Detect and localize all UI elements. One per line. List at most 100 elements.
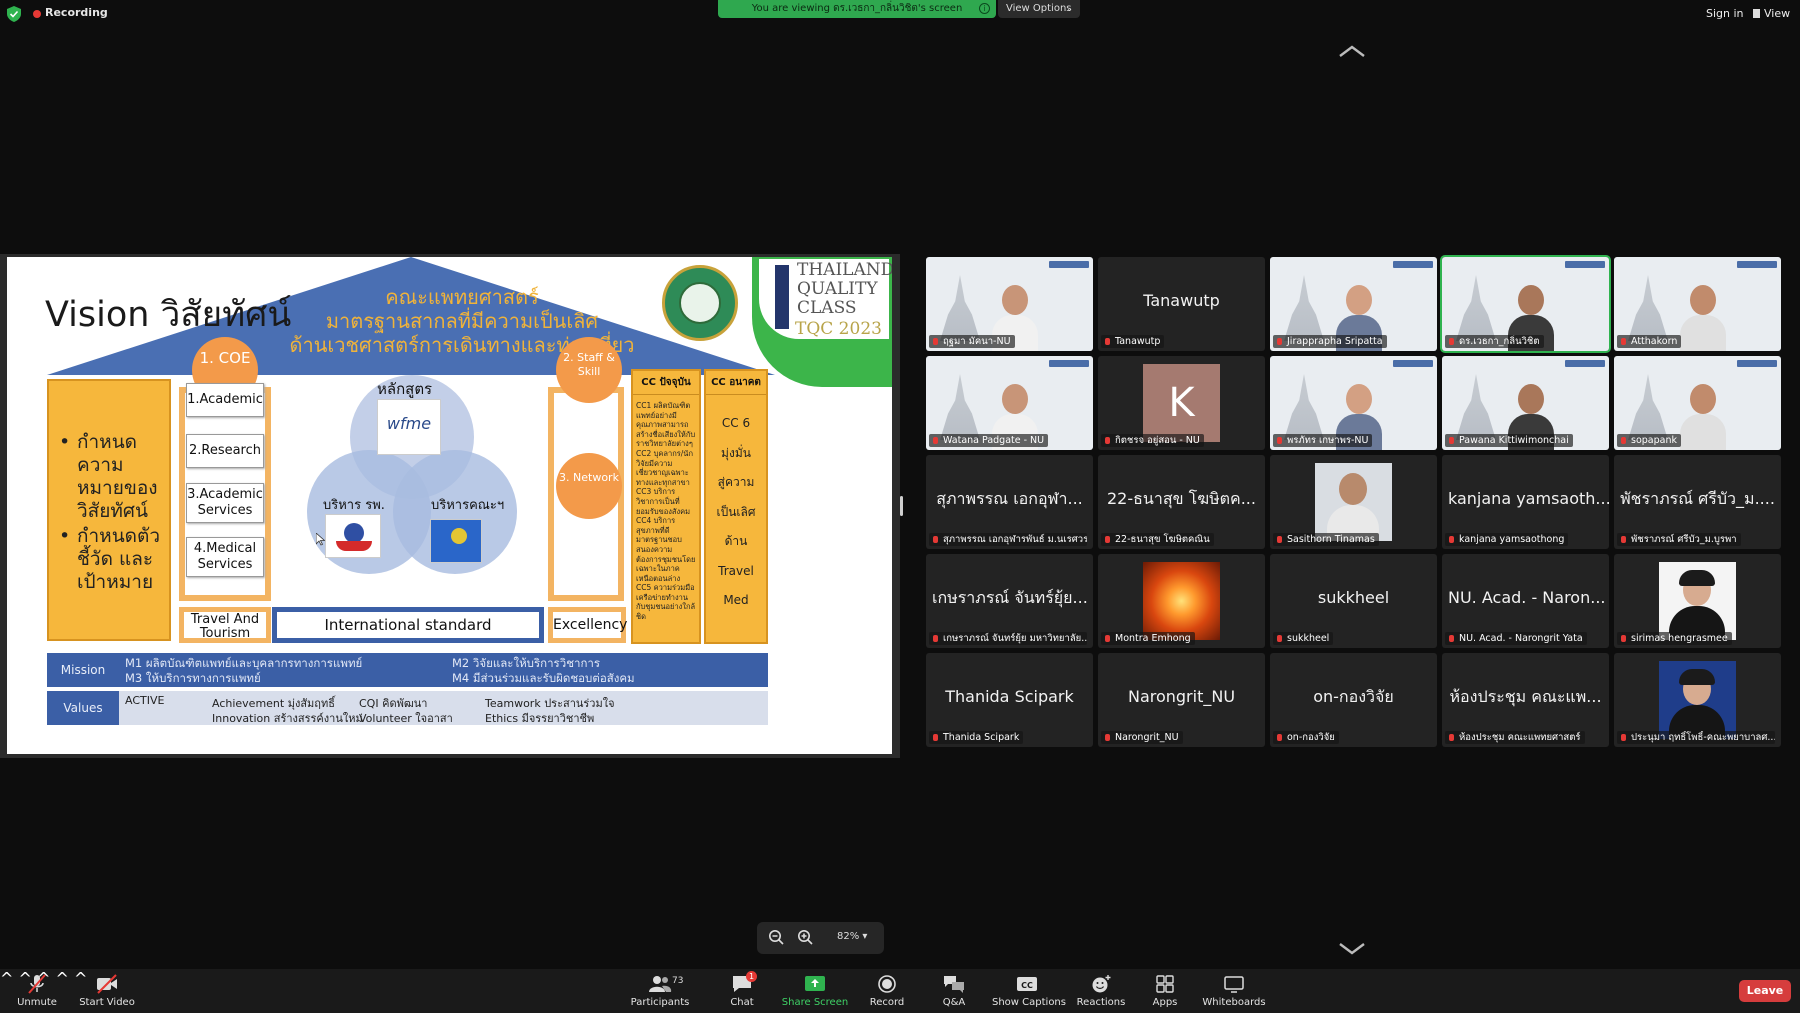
apps-button[interactable]: Apps bbox=[1130, 973, 1200, 1011]
participant-name: ประนุมา ฤทธิ์โพธิ์-คณะพยาบาลศ... bbox=[1631, 732, 1775, 743]
coe-item-research: 2.Research bbox=[186, 434, 264, 468]
recording-dot-icon bbox=[33, 10, 41, 18]
participant-name-label: Narongrit_NU bbox=[1101, 731, 1183, 744]
zoom-percent-value: 82% bbox=[837, 931, 860, 942]
participant-tile[interactable]: พัชราภรณ์ ศรีบัว_ม.... พัชราภรณ์ ศรีบัว_ม… bbox=[1614, 455, 1781, 549]
participant-tile[interactable]: พรภัทร เกษาพร-NU bbox=[1270, 356, 1437, 450]
participant-tile[interactable]: Montra Emhong bbox=[1098, 554, 1265, 648]
share-screen-button[interactable]: Share Screen bbox=[780, 973, 850, 1011]
view-options-button[interactable]: View Options ⌄ bbox=[998, 0, 1080, 18]
leave-button[interactable]: Leave bbox=[1739, 980, 1791, 1002]
participant-tile[interactable]: สุภาพรรณ เอกอุฬา... สุภาพรรณ เอกอุฬารพันธ… bbox=[926, 455, 1093, 549]
record-button[interactable]: Record bbox=[852, 973, 922, 1011]
left-bullet-1: กำหนดความหมายของวิสัยทัศน์ bbox=[59, 431, 169, 523]
avatar bbox=[1143, 562, 1220, 640]
participant-tile[interactable]: Pawana Kittiwimonchai bbox=[1442, 356, 1609, 450]
participant-name: NU. Acad. - Narongrit Yata bbox=[1459, 633, 1583, 644]
participant-name: ฤฐมา มัคนา-NU bbox=[943, 336, 1011, 347]
participant-tile[interactable]: Sasithorn Tinamas bbox=[1270, 455, 1437, 549]
whiteboards-button[interactable]: Whiteboards bbox=[1199, 973, 1269, 1011]
zoom-percent-dropdown[interactable]: 82% ▾ bbox=[837, 931, 867, 942]
university-logo bbox=[662, 265, 738, 341]
venn-label-curriculum: หลักสูตร bbox=[377, 380, 433, 398]
participant-name: Thanida Scipark bbox=[943, 732, 1020, 743]
participant-name: เกษราภรณ์ จันทร์ยุ้ย มหาวิทยาลัย... bbox=[943, 633, 1087, 644]
participant-tile[interactable]: Tanawutp Tanawutp bbox=[1098, 257, 1265, 351]
unmute-button[interactable]: Unmute bbox=[2, 973, 72, 1011]
info-icon[interactable]: i bbox=[979, 3, 990, 14]
participant-name-label: NU. Acad. - Narongrit Yata bbox=[1445, 632, 1587, 645]
participants-count: 73 bbox=[672, 976, 684, 986]
start-video-label: Start Video bbox=[79, 997, 135, 1008]
cc-future-head: CC อนาคต bbox=[706, 371, 766, 395]
participant-name-label: Tanawutp bbox=[1101, 335, 1165, 348]
participant-tile[interactable]: Watana Padgate - NU bbox=[926, 356, 1093, 450]
participant-tile[interactable]: on-กองวิจัย on-กองวิจัย bbox=[1270, 653, 1437, 747]
participant-tile[interactable]: Jirapprapha Sripatta bbox=[1270, 257, 1437, 351]
participant-tile[interactable]: NU. Acad. - Naron... NU. Acad. - Narongri… bbox=[1442, 554, 1609, 648]
security-shield-icon[interactable] bbox=[7, 6, 21, 22]
cc-current-pillar: CC ปัจจุบัน CC1 ผลิตบัณฑิตแพทย์อย่างมีคุ… bbox=[631, 369, 701, 644]
participant-name: Montra Emhong bbox=[1115, 633, 1191, 644]
participant-name: Pawana Kittiwimonchai bbox=[1459, 435, 1569, 446]
zoom-out-icon[interactable] bbox=[768, 929, 784, 945]
grid-view-icon bbox=[1753, 9, 1760, 18]
participant-tile[interactable]: Atthakorn bbox=[1614, 257, 1781, 351]
participant-tile[interactable]: Thanida Scipark Thanida Scipark bbox=[926, 653, 1093, 747]
reactions-button[interactable]: Reactions bbox=[1066, 973, 1136, 1011]
participant-tile[interactable]: K กิตชรจ อยู่สอน - NU bbox=[1098, 356, 1265, 450]
participant-tile[interactable]: kanjana yamsaoth... kanjana yamsaothong bbox=[1442, 455, 1609, 549]
participant-name: พรภัทร เกษาพร-NU bbox=[1287, 435, 1369, 446]
participant-tile[interactable]: sukkheel sukkheel bbox=[1270, 554, 1437, 648]
participant-name: Tanawutp bbox=[1115, 336, 1161, 347]
pane-resize-handle[interactable] bbox=[900, 496, 903, 516]
cc-future-line: CC 6 bbox=[721, 416, 751, 430]
participant-name-label: Watana Padgate - NU bbox=[929, 434, 1049, 447]
participant-name-label: กิตชรจ อยู่สอน - NU bbox=[1101, 434, 1204, 447]
mission-m4: M4 มีส่วนร่วมและรับผิดชอบต่อสังคม bbox=[452, 671, 635, 685]
participant-name: ห้องประชุม คณะแพทยศาสตร์ bbox=[1459, 732, 1581, 743]
avatar bbox=[1659, 661, 1736, 739]
participant-tile[interactable]: ประนุมา ฤทธิ์โพธิ์-คณะพยาบาลศ... bbox=[1614, 653, 1781, 747]
zoom-in-icon[interactable] bbox=[797, 929, 813, 945]
participant-tile[interactable]: ฤฐมา มัคนา-NU bbox=[926, 257, 1093, 351]
excellency-box: Excellency bbox=[548, 607, 627, 643]
start-video-button[interactable]: Start Video bbox=[72, 973, 142, 1011]
view-button[interactable]: View bbox=[1753, 7, 1790, 20]
participant-tile[interactable]: ดร.เวธกา_กลิ่นวิชิต bbox=[1440, 255, 1611, 353]
qa-button[interactable]: Q&A bbox=[919, 973, 989, 1011]
recording-label[interactable]: Recording bbox=[45, 6, 108, 19]
participant-tile[interactable]: sopapank bbox=[1614, 356, 1781, 450]
venn-label-hospital: บริหาร รพ. bbox=[323, 498, 385, 513]
microphone-muted-icon bbox=[28, 974, 46, 994]
sign-in-link[interactable]: Sign in bbox=[1706, 7, 1744, 20]
participant-name-label: sukkheel bbox=[1273, 632, 1334, 645]
page-up-chevron-icon[interactable] bbox=[1338, 44, 1366, 58]
participant-name: Sasithorn Tinamas bbox=[1287, 534, 1375, 545]
participant-tile[interactable]: เกษราภรณ์ จันทร์ยุ้ย... เกษราภรณ์ จันทร์ย… bbox=[926, 554, 1093, 648]
page-down-chevron-icon[interactable] bbox=[1338, 942, 1366, 956]
cc-future-line: สู่ความ bbox=[717, 475, 755, 489]
show-captions-button[interactable]: CC Show Captions bbox=[992, 973, 1066, 1011]
meeting-toolbar: Unmute ^ Start Video ^ 73 Participants ^… bbox=[0, 969, 1800, 1013]
values-innovation: Innovation สร้างสรรค์งานใหม่ bbox=[212, 712, 363, 725]
participant-name-label: เกษราภรณ์ จันทร์ยุ้ย มหาวิทยาลัย... bbox=[929, 632, 1087, 645]
participant-tile[interactable]: Narongrit_NU Narongrit_NU bbox=[1098, 653, 1265, 747]
participants-icon bbox=[649, 976, 672, 992]
tqc-line-2: QUALITY bbox=[797, 279, 878, 299]
participants-label: Participants bbox=[630, 997, 690, 1008]
coe-item-medical-services: 4.Medical Services bbox=[186, 537, 264, 577]
cc-future-pillar: CC อนาคต CC 6 มุ่งมั่น สู่ความ เป็นเลิศ … bbox=[704, 369, 768, 644]
chat-button[interactable]: 1 Chat bbox=[707, 971, 777, 1011]
participant-name-label: sopapank bbox=[1617, 434, 1681, 447]
participant-tile[interactable]: ห้องประชุม คณะแพ... ห้องประชุม คณะแพทยศาส… bbox=[1442, 653, 1609, 747]
participant-name-label: Montra Emhong bbox=[1101, 632, 1195, 645]
share-screen-icon bbox=[805, 976, 825, 991]
shared-slide: Vision วิสัยทัศน์ คณะแพทยศาสตร์ มาตรฐานส… bbox=[7, 257, 892, 754]
participants-button[interactable]: 73 Participants bbox=[625, 973, 695, 1011]
participant-tile[interactable]: 22-ธนาสุข โฆษิตค... 22-ธนาสุข โฆษิตคณิน bbox=[1098, 455, 1265, 549]
viewing-banner-text: You are viewing ดร.เวธกา_กลิ่นวิชิต's sc… bbox=[751, 3, 963, 14]
participant-name: Watana Padgate - NU bbox=[943, 435, 1045, 446]
cc-current-head: CC ปัจจุบัน bbox=[633, 371, 699, 395]
participant-tile[interactable]: sirimas hengrasmee bbox=[1614, 554, 1781, 648]
